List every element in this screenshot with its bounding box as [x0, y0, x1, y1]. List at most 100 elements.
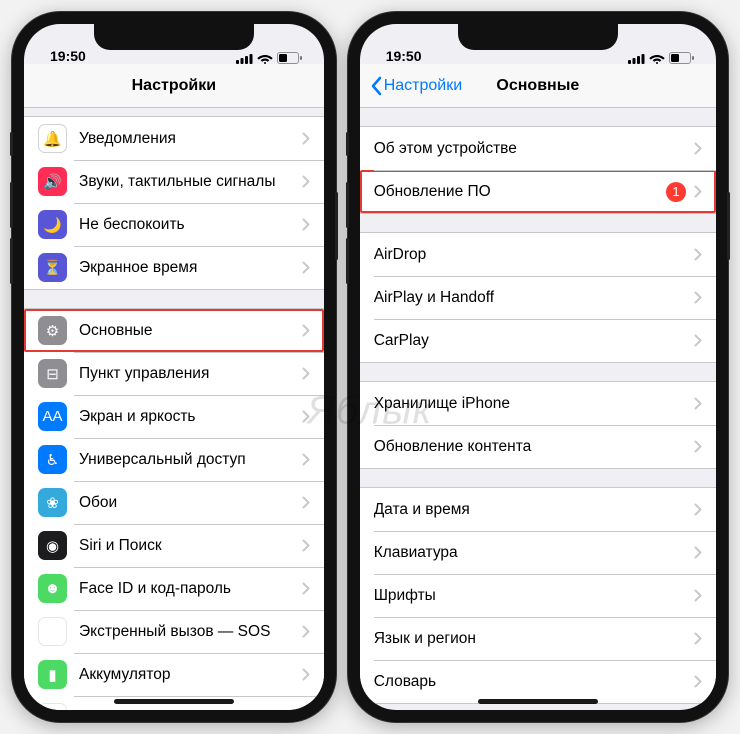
row-label: Пункт управления — [79, 365, 294, 383]
row-label: Шрифты — [374, 587, 686, 605]
row-carplay[interactable]: CarPlay — [360, 319, 716, 362]
row-label: Экран и яркость — [79, 408, 294, 426]
row-fonts[interactable]: Шрифты — [360, 574, 716, 617]
wallpaper-icon: ❀ — [38, 488, 67, 517]
row-label: Siri и Поиск — [79, 537, 294, 555]
phone-right: 19:50 Настройки Основные Об этом устройс… — [348, 12, 728, 722]
row-language[interactable]: Язык и регион — [360, 617, 716, 660]
row-general[interactable]: ⚙Основные — [24, 309, 324, 352]
row-keyboard[interactable]: Клавиатура — [360, 531, 716, 574]
back-button[interactable]: Настройки — [366, 64, 466, 107]
screentime-icon: ⏳ — [38, 253, 67, 282]
chevron-left-icon — [370, 76, 382, 96]
chevron-right-icon — [694, 185, 702, 198]
chevron-right-icon — [694, 440, 702, 453]
siri-icon: ◉ — [38, 531, 67, 560]
phone-left: 19:50 Настройки 🔔 Уведомления 🔊Звуки, такт… — [12, 12, 336, 722]
battery-icon — [669, 52, 694, 64]
chevron-right-icon — [302, 453, 310, 466]
back-label: Настройки — [384, 77, 462, 95]
row-label: Язык и регион — [374, 630, 686, 648]
notch — [458, 24, 618, 50]
navbar: Настройки Основные — [360, 64, 716, 108]
chevron-right-icon — [302, 625, 310, 638]
chevron-right-icon — [694, 397, 702, 410]
row-label: Обои — [79, 494, 294, 512]
row-label: Конфиденциальность — [79, 709, 294, 711]
row-label: Универсальный доступ — [79, 451, 294, 469]
row-label: Face ID и код-пароль — [79, 580, 294, 598]
row-label: AirPlay и Handoff — [374, 289, 686, 307]
row-label: CarPlay — [374, 332, 686, 350]
row-about[interactable]: Об этом устройстве — [360, 127, 716, 170]
status-indicators — [628, 52, 694, 64]
sos-icon: SOS — [38, 617, 67, 646]
row-label: Словарь — [374, 673, 686, 691]
row-sounds[interactable]: 🔊Звуки, тактильные сигналы — [24, 160, 324, 203]
chevron-right-icon — [302, 496, 310, 509]
wifi-icon — [257, 53, 273, 64]
cellular-icon — [236, 53, 253, 64]
row-storage[interactable]: Хранилище iPhone — [360, 382, 716, 425]
row-datetime[interactable]: Дата и время — [360, 488, 716, 531]
row-controlcenter[interactable]: ⊟Пункт управления — [24, 352, 324, 395]
status-time: 19:50 — [50, 48, 86, 64]
status-indicators — [236, 52, 302, 64]
row-notifications[interactable]: 🔔 Уведомления — [24, 117, 324, 160]
home-indicator[interactable] — [478, 699, 598, 704]
row-label: Обновление контента — [374, 438, 686, 456]
chevron-right-icon — [694, 334, 702, 347]
row-label: Обновление ПО — [374, 183, 660, 201]
navbar: Настройки — [24, 64, 324, 108]
screen-right: 19:50 Настройки Основные Об этом устройс… — [360, 24, 716, 710]
chevron-right-icon — [302, 668, 310, 681]
home-indicator[interactable] — [114, 699, 234, 704]
row-airdrop[interactable]: AirDrop — [360, 233, 716, 276]
row-display[interactable]: AA Экран и яркость — [24, 395, 324, 438]
sounds-icon: 🔊 — [38, 167, 67, 196]
chevron-right-icon — [302, 218, 310, 231]
row-label: Экранное время — [79, 259, 294, 277]
row-battery[interactable]: ▮Аккумулятор — [24, 653, 324, 696]
row-dnd[interactable]: 🌙 Не беспокоить — [24, 203, 324, 246]
row-dictionary[interactable]: Словарь — [360, 660, 716, 703]
row-label: Хранилище iPhone — [374, 395, 686, 413]
row-label: Клавиатура — [374, 544, 686, 562]
row-bgrefresh[interactable]: Обновление контента — [360, 425, 716, 468]
chevron-right-icon — [694, 675, 702, 688]
chevron-right-icon — [302, 261, 310, 274]
general-list[interactable]: Об этом устройстве Обновление ПО 1 AirDrop A… — [360, 108, 716, 710]
accessibility-icon: ♿︎ — [38, 445, 67, 474]
row-badge: 1 — [666, 182, 686, 202]
status-time: 19:50 — [386, 48, 422, 64]
chevron-right-icon — [694, 503, 702, 516]
row-wallpaper[interactable]: ❀ Обои — [24, 481, 324, 524]
battery-icon — [277, 52, 302, 64]
chevron-right-icon — [694, 632, 702, 645]
row-airplay[interactable]: AirPlay и Handoff — [360, 276, 716, 319]
row-label: Дата и время — [374, 501, 686, 519]
screen-left: 19:50 Настройки 🔔 Уведомления 🔊Звуки, такт… — [24, 24, 324, 710]
display-icon: AA — [38, 402, 67, 431]
row-swupdate[interactable]: Обновление ПО 1 — [360, 170, 716, 213]
chevron-right-icon — [302, 367, 310, 380]
notifications-icon: 🔔 — [38, 124, 67, 153]
row-faceid[interactable]: ☻Face ID и код-пароль — [24, 567, 324, 610]
chevron-right-icon — [302, 582, 310, 595]
row-label: Основные — [79, 322, 294, 340]
row-screentime[interactable]: ⏳ Экранное время — [24, 246, 324, 289]
page-title: Основные — [496, 77, 579, 95]
row-label: Не беспокоить — [79, 216, 294, 234]
wifi-icon — [649, 53, 665, 64]
chevron-right-icon — [694, 142, 702, 155]
battery-icon: ▮ — [38, 660, 67, 689]
row-accessibility[interactable]: ♿︎ Универсальный доступ — [24, 438, 324, 481]
chevron-right-icon — [694, 589, 702, 602]
chevron-right-icon — [694, 546, 702, 559]
row-siri[interactable]: ◉ Siri и Поиск — [24, 524, 324, 567]
dnd-icon: 🌙 — [38, 210, 67, 239]
row-sos[interactable]: SOSЭкстренный вызов — SOS — [24, 610, 324, 653]
settings-list[interactable]: 🔔 Уведомления 🔊Звуки, тактильные сигналы 🌙 Н… — [24, 108, 324, 710]
row-label: Уведомления — [79, 130, 294, 148]
cellular-icon — [628, 53, 645, 64]
